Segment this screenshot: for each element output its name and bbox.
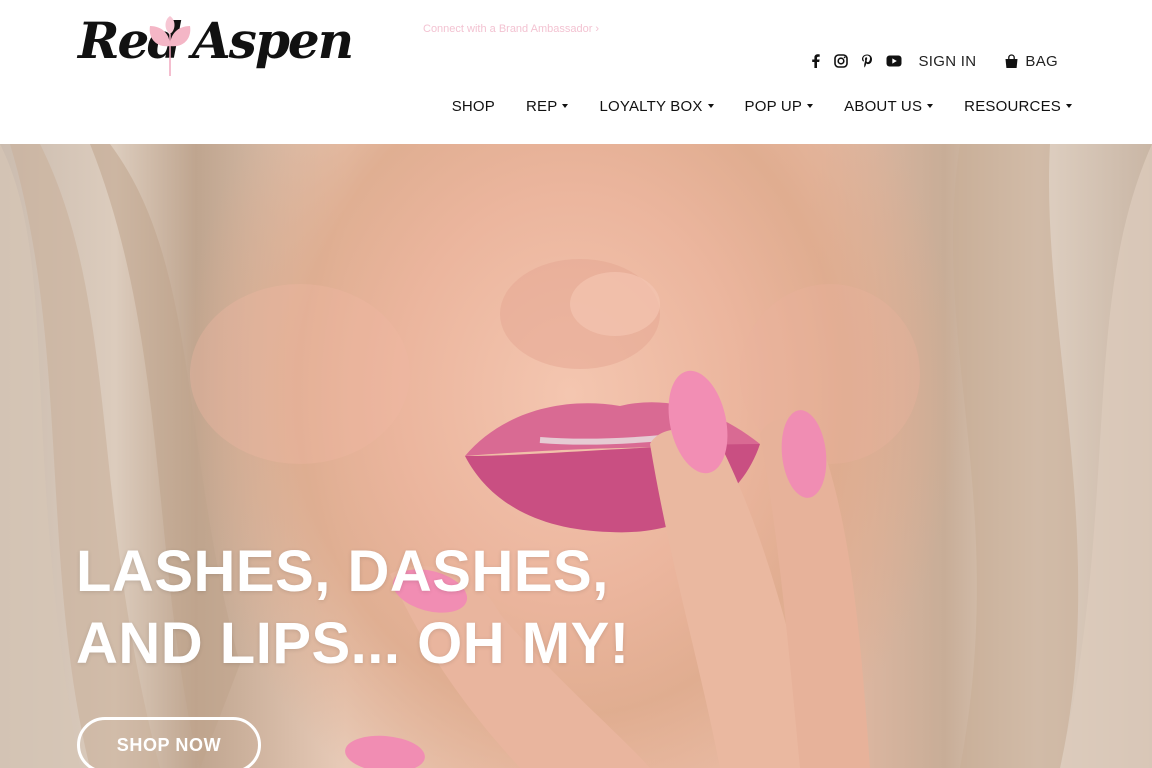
nav-label: REP — [526, 97, 558, 115]
caret-down-icon — [707, 104, 714, 108]
brand-logo[interactable]: Red Aspen — [74, 14, 354, 86]
nav-label: ABOUT US — [844, 97, 923, 115]
pinterest-icon[interactable] — [860, 54, 874, 68]
shopping-bag-icon — [1005, 53, 1018, 68]
nav-rep[interactable]: REP — [526, 97, 569, 115]
caret-down-icon — [1066, 104, 1072, 108]
nav-label: SHOP — [451, 97, 495, 115]
caret-down-icon — [562, 104, 569, 108]
nav-shop[interactable]: SHOP — [452, 98, 495, 115]
social-links — [808, 54, 902, 68]
caret-down-icon — [807, 104, 814, 108]
hero-banner: LASHES, DASHES, AND LIPS... OH MY! SHOP … — [0, 144, 1152, 768]
facebook-icon[interactable] — [808, 54, 822, 68]
hero-headline-line-1: LASHES, DASHES, — [76, 539, 609, 604]
nav-resources[interactable]: RESOURCES — [964, 98, 1072, 115]
site-header: Red Aspen Connect with a Brand Ambassado… — [0, 0, 1152, 144]
shop-now-button[interactable]: SHOP NOW — [77, 717, 261, 768]
bag-label: BAG — [1025, 52, 1058, 70]
nav-loyalty-box[interactable]: LOYALTY BOX — [599, 97, 714, 115]
nav-pop-up[interactable]: POP UP — [745, 98, 814, 115]
bag-link[interactable]: BAG — [1004, 53, 1058, 70]
hero-headline: LASHES, DASHES, AND LIPS... OH MY! — [76, 536, 630, 680]
leaf-logo-icon — [149, 16, 191, 76]
main-navigation: SHOP REP LOYALTY BOX POP UP ABOUT US RES… — [452, 94, 1072, 118]
nav-label: LOYALTY BOX — [599, 97, 703, 115]
logo-word-aspen: Aspen — [192, 11, 354, 70]
sign-in-link[interactable]: SIGN IN — [918, 53, 976, 70]
youtube-icon[interactable] — [886, 54, 902, 68]
hero-headline-line-2: AND LIPS... OH MY! — [76, 611, 630, 676]
nav-label: RESOURCES — [964, 97, 1061, 115]
nav-about-us[interactable]: ABOUT US — [844, 97, 934, 115]
utility-bar: SIGN IN BAG — [808, 50, 1058, 72]
caret-down-icon — [927, 104, 934, 108]
instagram-icon[interactable] — [834, 54, 849, 68]
brand-ambassador-link[interactable]: Connect with a Brand Ambassador › — [423, 23, 599, 35]
nav-label: POP UP — [744, 97, 803, 115]
